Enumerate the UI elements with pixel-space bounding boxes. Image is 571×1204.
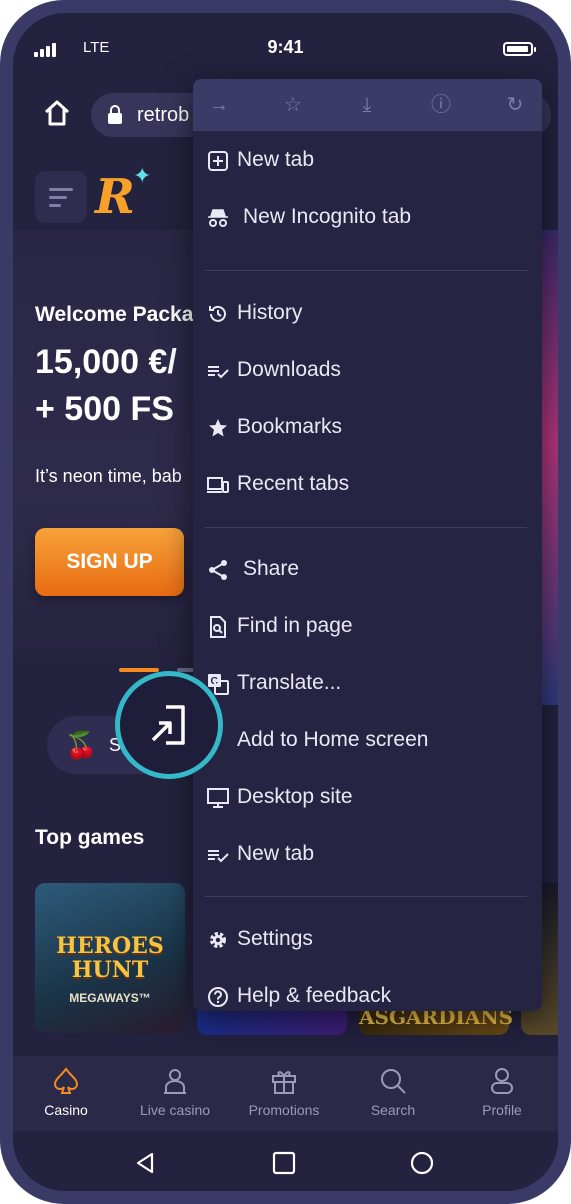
menu-item-new-tab[interactable]: New tab bbox=[193, 137, 542, 185]
bonus-amount: 15,000 €/ bbox=[35, 343, 177, 381]
menu-item-find-in-page[interactable]: Find in page bbox=[193, 603, 542, 651]
system-navigation bbox=[13, 1131, 558, 1191]
battery-icon bbox=[503, 42, 536, 56]
status-bar: LTE 9:41 bbox=[13, 13, 558, 85]
menu-item-label: Share bbox=[243, 557, 300, 580]
menu-item-label: Translate... bbox=[237, 671, 342, 694]
nav-profile[interactable]: Profile bbox=[447, 1066, 557, 1118]
browser-overflow-menu: → ☆ ⤓ ⓘ ↻ New tab New Incognito tab Hist… bbox=[193, 79, 542, 1011]
dealer-icon bbox=[164, 1069, 186, 1094]
nav-label: Casino bbox=[44, 1102, 88, 1118]
recents-circle-icon[interactable] bbox=[410, 1151, 434, 1175]
menu-item-translate[interactable]: G Translate... bbox=[193, 660, 542, 708]
clock: 9:41 bbox=[267, 37, 304, 57]
spade-icon bbox=[53, 1067, 79, 1094]
star-icon bbox=[209, 419, 227, 437]
menu-item-downloads[interactable]: Downloads bbox=[193, 347, 542, 395]
star-outline-icon[interactable]: ☆ bbox=[281, 93, 305, 117]
download-icon[interactable]: ⤓ bbox=[355, 93, 379, 117]
nav-casino[interactable]: Casino bbox=[13, 1066, 121, 1118]
history-icon bbox=[209, 305, 226, 322]
game-title-line2: HUNT bbox=[71, 957, 149, 983]
menu-action-row: → ☆ ⤓ ⓘ ↻ bbox=[193, 79, 542, 131]
menu-item-label: Downloads bbox=[237, 358, 341, 381]
find-in-page-icon bbox=[210, 616, 226, 638]
menu-item-desktop-site[interactable]: Desktop site bbox=[193, 774, 542, 822]
menu-item-label: New Incognito tab bbox=[243, 205, 412, 228]
bottom-navigation: Casino Live casino Promotions Search Pro… bbox=[13, 1056, 558, 1131]
sparkle-icon: ✦ bbox=[133, 163, 152, 188]
phone-frame: LTE 9:41 retrob R ✦ Welcome Packa 15,000… bbox=[0, 0, 571, 1204]
menu-item-settings[interactable]: Settings bbox=[193, 916, 542, 964]
share-icon bbox=[209, 560, 227, 580]
menu-item-label: Find in page bbox=[237, 614, 353, 637]
devices-icon bbox=[207, 477, 229, 493]
highlight-ring bbox=[115, 671, 223, 779]
lock-icon bbox=[108, 105, 122, 124]
user-icon bbox=[491, 1068, 513, 1094]
nav-label: Search bbox=[370, 1102, 416, 1118]
menu-item-help[interactable]: Help & feedback bbox=[193, 973, 542, 1011]
menu-divider bbox=[205, 896, 527, 897]
help-icon bbox=[208, 987, 228, 1007]
menu-item-label: Add to Home screen bbox=[237, 728, 429, 751]
free-spins: + 500 FS bbox=[35, 390, 174, 428]
nav-promotions[interactable]: Promotions bbox=[229, 1066, 339, 1118]
menu-item-recent-tabs[interactable]: Recent tabs bbox=[193, 461, 542, 509]
home-icon[interactable] bbox=[41, 97, 73, 129]
forward-icon[interactable]: → bbox=[207, 93, 231, 117]
menu-item-bookmarks[interactable]: Bookmarks bbox=[193, 404, 542, 452]
menu-item-add-to-home[interactable]: Add to Home screen bbox=[193, 717, 542, 765]
welcome-title: Welcome Packa bbox=[35, 303, 194, 326]
search-icon bbox=[381, 1069, 406, 1094]
gift-icon bbox=[272, 1071, 296, 1094]
banner-tagline: It’s neon time, bab bbox=[35, 466, 182, 486]
game-subtitle: MEGAWAYS™ bbox=[69, 991, 151, 1005]
hamburger-button[interactable] bbox=[35, 171, 87, 223]
nav-label: Profile bbox=[482, 1102, 522, 1118]
downloads-icon bbox=[208, 366, 229, 379]
site-logo[interactable]: R bbox=[95, 169, 135, 225]
menu-item-label: Settings bbox=[237, 927, 313, 950]
phone-screen: LTE 9:41 retrob R ✦ Welcome Packa 15,000… bbox=[13, 13, 558, 1191]
incognito-icon bbox=[208, 209, 228, 227]
menu-item-history[interactable]: History bbox=[193, 290, 542, 338]
monitor-icon bbox=[207, 788, 229, 808]
menu-item-label: Help & feedback bbox=[237, 984, 392, 1007]
menu-item-label: History bbox=[237, 301, 303, 324]
menu-item-incognito[interactable]: New Incognito tab bbox=[193, 194, 542, 242]
url-text: retrob bbox=[137, 104, 190, 126]
add-to-home-icon[interactable] bbox=[148, 704, 190, 746]
reload-icon[interactable]: ↻ bbox=[503, 93, 527, 117]
game-title-line1: HEROES bbox=[56, 933, 164, 959]
menu-item-label: New tab bbox=[237, 842, 315, 865]
signup-button[interactable]: SIGN UP bbox=[35, 528, 184, 596]
menu-item-label: Bookmarks bbox=[237, 415, 343, 438]
home-square-icon[interactable] bbox=[272, 1151, 296, 1175]
menu-divider bbox=[205, 527, 527, 528]
plus-square-icon bbox=[208, 151, 228, 171]
info-icon[interactable]: ⓘ bbox=[429, 93, 453, 117]
nav-live-casino[interactable]: Live casino bbox=[120, 1066, 230, 1118]
menu-divider bbox=[205, 270, 527, 271]
menu-item-new-tab-2[interactable]: New tab bbox=[193, 831, 542, 879]
menu-item-label: Recent tabs bbox=[237, 472, 350, 495]
carousel-dot-active[interactable] bbox=[119, 668, 159, 672]
nav-label: Promotions bbox=[248, 1102, 320, 1118]
downloads-icon bbox=[208, 850, 229, 863]
nav-search[interactable]: Search bbox=[338, 1066, 448, 1118]
menu-item-label: Desktop site bbox=[237, 785, 353, 808]
cherry-icon: 🍒 bbox=[65, 730, 98, 760]
section-title: Top games bbox=[35, 826, 145, 849]
menu-item-share[interactable]: Share bbox=[193, 546, 542, 594]
game-tile-heroes-hunt[interactable]: HEROES HUNT MEGAWAYS™ bbox=[35, 883, 185, 1033]
menu-item-label: New tab bbox=[237, 148, 315, 171]
gear-icon bbox=[210, 932, 226, 948]
nav-label: Live casino bbox=[139, 1102, 211, 1118]
back-icon[interactable] bbox=[133, 1151, 157, 1175]
